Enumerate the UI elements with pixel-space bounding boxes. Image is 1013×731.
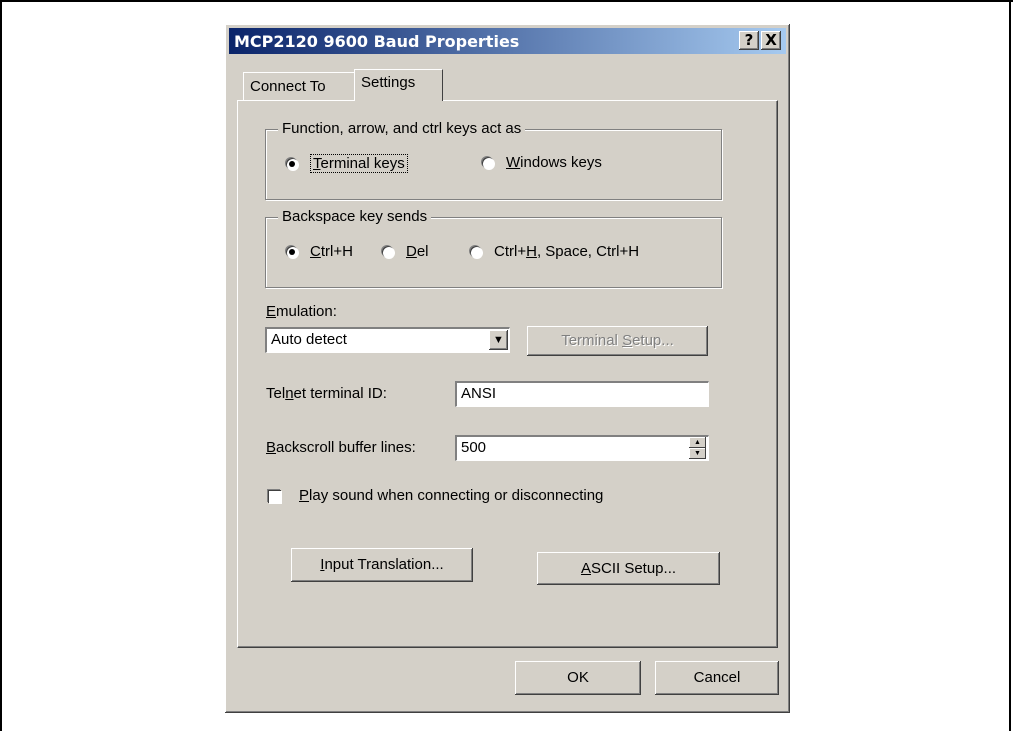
telnet-id-label: Telnet terminal ID: [266, 385, 387, 402]
ctrl-h-radio-dot [286, 245, 298, 258]
title-bar[interactable]: MCP2120 9600 Baud Properties ? X [229, 28, 786, 54]
tab-settings-label: Settings [361, 74, 416, 91]
telnet-id-input[interactable]: ANSI [455, 381, 709, 407]
backscroll-spinner[interactable]: ▲ ▼ [689, 437, 706, 459]
keys-group: Function, arrow, and ctrl keys act as Te… [265, 120, 722, 200]
windows-keys-label: Windows keys [506, 154, 602, 171]
terminal-setup-button[interactable]: Terminal Setup... [527, 326, 708, 356]
chevron-down-icon[interactable]: ▼ [489, 330, 508, 350]
page-border-left [0, 0, 2, 731]
ok-button[interactable]: OK [515, 661, 641, 695]
terminal-keys-label: Terminal keys [310, 154, 408, 173]
properties-dialog: MCP2120 9600 Baud Properties ? X Connect… [225, 24, 790, 713]
emulation-select[interactable]: Auto detect ▼ [265, 327, 510, 353]
backspace-group: Backspace key sends Ctrl+H Del Ctrl+H, S… [265, 208, 722, 288]
ctrl-h-space-label: Ctrl+H, Space, Ctrl+H [494, 243, 640, 260]
close-button[interactable]: X [761, 31, 781, 50]
input-translation-button[interactable]: Input Translation... [291, 548, 473, 582]
windows-keys-radio-dot [482, 156, 494, 169]
spin-down-icon[interactable]: ▼ [689, 448, 706, 459]
ctrl-h-radio[interactable]: Ctrl+H [286, 243, 353, 260]
del-radio-dot [382, 245, 394, 258]
spin-up-icon[interactable]: ▲ [689, 437, 706, 448]
play-sound-checkbox[interactable] [268, 490, 281, 503]
tab-connect-to-label: Connect To [250, 78, 326, 95]
tab-connect-to[interactable]: Connect To [243, 72, 356, 100]
help-button[interactable]: ? [739, 31, 759, 50]
cancel-button[interactable]: Cancel [655, 661, 779, 695]
ctrl-h-label: Ctrl+H [310, 243, 353, 260]
backscroll-value: 500 [461, 439, 487, 456]
backspace-group-title: Backspace key sends [278, 208, 432, 225]
ascii-setup-button[interactable]: ASCII Setup... [537, 552, 720, 585]
keys-group-title: Function, arrow, and ctrl keys act as [278, 120, 526, 137]
ctrl-h-space-radio[interactable]: Ctrl+H, Space, Ctrl+H [470, 243, 639, 260]
del-radio[interactable]: Del [382, 243, 429, 260]
tab-settings[interactable]: Settings [354, 69, 443, 101]
play-sound-label[interactable]: Play sound when connecting or disconnect… [299, 487, 603, 504]
terminal-keys-radio[interactable]: Terminal keys [286, 154, 408, 173]
page-border-right [1009, 0, 1011, 731]
emulation-label: Emulation: [266, 303, 337, 320]
ctrl-h-space-radio-dot [470, 245, 482, 258]
page-border-top [0, 0, 1013, 2]
settings-panel: Function, arrow, and ctrl keys act as Te… [237, 100, 778, 648]
windows-keys-radio[interactable]: Windows keys [482, 154, 602, 171]
terminal-keys-radio-dot [286, 157, 298, 170]
dialog-title: MCP2120 9600 Baud Properties [234, 32, 520, 51]
del-label: Del [406, 243, 429, 260]
backscroll-input[interactable]: 500 ▲ ▼ [455, 435, 709, 461]
backscroll-label: Backscroll buffer lines: [266, 439, 416, 456]
emulation-value: Auto detect [271, 331, 347, 348]
